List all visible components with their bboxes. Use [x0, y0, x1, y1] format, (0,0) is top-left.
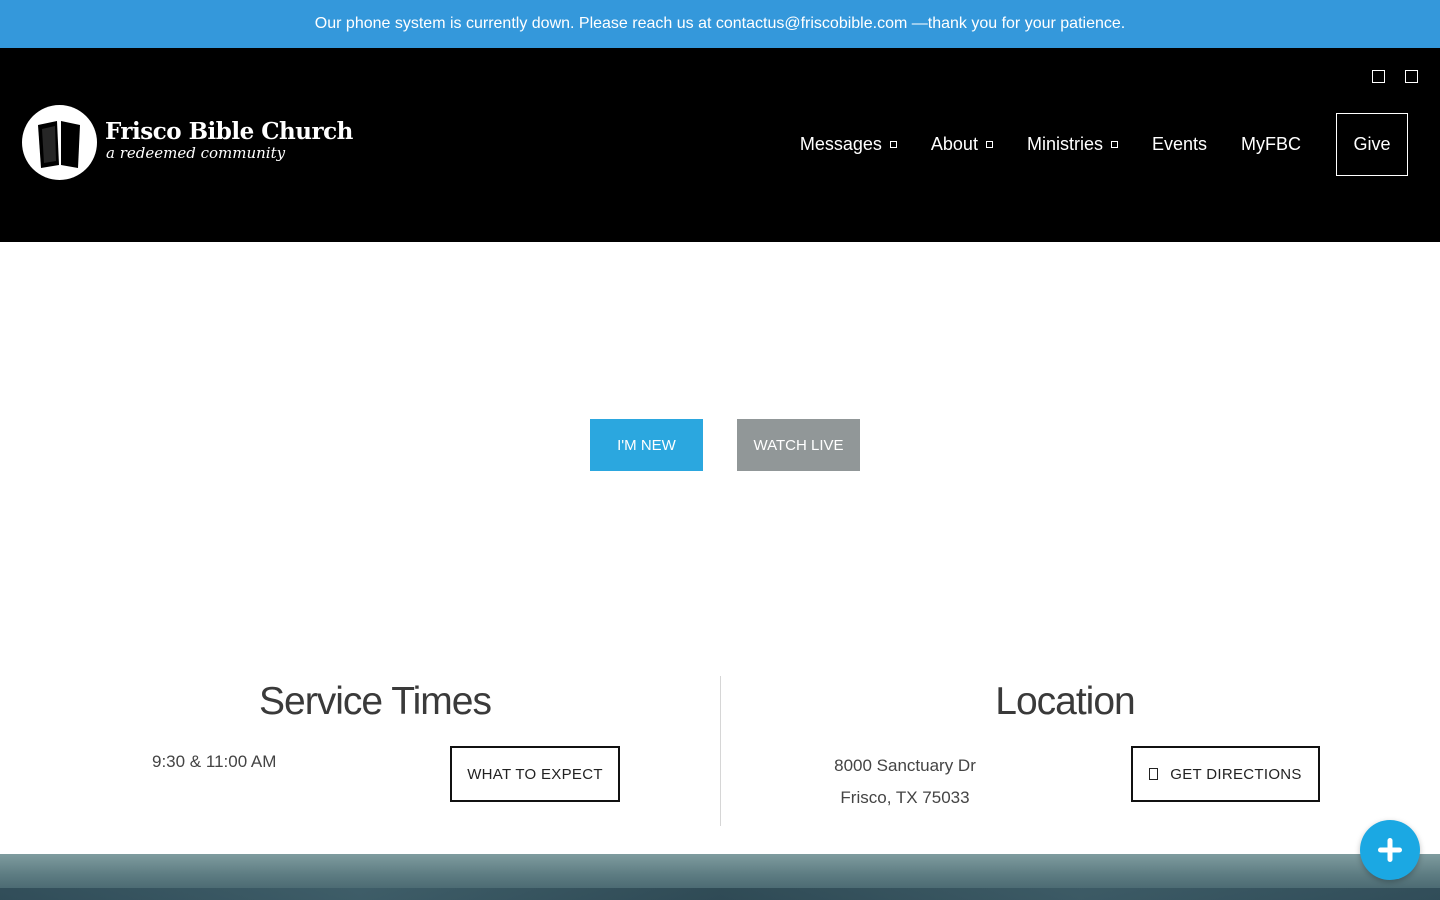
bible-logo-icon [22, 105, 97, 180]
main-nav: Messages About Ministries Events MyFBC G… [800, 113, 1408, 176]
announcement-text: Our phone system is currently down. Plea… [314, 15, 1126, 32]
church-name: Frisco Bible Church [105, 117, 353, 145]
nav-messages[interactable]: Messages [800, 134, 897, 155]
location-heading: Location [995, 680, 1135, 723]
nav-myfbc[interactable]: MyFBC [1241, 134, 1301, 155]
ocean-banner-image [0, 854, 1440, 900]
hero-buttons: I'M NEW WATCH LIVE [590, 419, 860, 471]
address-line-2: Frisco, TX 75033 [840, 788, 970, 807]
what-to-expect-label: WHAT TO EXPECT [467, 765, 603, 783]
logo-text: Frisco Bible Church a redeemed community [105, 117, 353, 162]
service-times-heading: Service Times [259, 680, 492, 723]
service-times-value: 9:30 & 11:00 AM [152, 752, 277, 771]
get-directions-label: GET DIRECTIONS [1170, 765, 1302, 783]
nav-ministries[interactable]: Ministries [1027, 134, 1118, 155]
announcement-bar: Our phone system is currently down. Plea… [0, 0, 1440, 48]
social-link-1-icon[interactable] [1372, 70, 1385, 83]
map-pin-icon [1149, 768, 1159, 780]
nav-myfbc-label: MyFBC [1241, 134, 1301, 154]
give-button[interactable]: Give [1336, 113, 1408, 176]
give-label: Give [1353, 134, 1391, 154]
address: 8000 Sanctuary Dr Frisco, TX 75033 [790, 750, 1020, 814]
dropdown-icon [985, 141, 993, 148]
what-to-expect-button[interactable]: WHAT TO EXPECT [450, 746, 620, 802]
im-new-button[interactable]: I'M NEW [590, 419, 703, 471]
nav-messages-label: Messages [799, 134, 882, 154]
dropdown-icon [889, 141, 897, 148]
floating-action-button[interactable] [1360, 820, 1420, 880]
dropdown-icon [1110, 141, 1118, 148]
nav-about-label: About [930, 134, 978, 154]
social-links [1372, 70, 1418, 83]
watch-live-label: WATCH LIVE [753, 436, 844, 454]
social-link-2-icon[interactable] [1405, 70, 1418, 83]
get-directions-button[interactable]: GET DIRECTIONS [1131, 746, 1320, 802]
site-header: Frisco Bible Church a redeemed community… [0, 48, 1440, 242]
watch-live-button[interactable]: WATCH LIVE [737, 419, 860, 471]
info-section: Service Times 9:30 & 11:00 AM WHAT TO EX… [0, 676, 1440, 826]
address-line-1: 8000 Sanctuary Dr [834, 756, 976, 775]
im-new-label: I'M NEW [617, 436, 676, 454]
nav-events-label: Events [1151, 134, 1207, 154]
nav-about[interactable]: About [931, 134, 993, 155]
church-tagline: a redeemed community [106, 143, 286, 162]
nav-events[interactable]: Events [1152, 134, 1207, 155]
site-logo[interactable]: Frisco Bible Church a redeemed community [22, 105, 353, 180]
nav-ministries-label: Ministries [1026, 134, 1103, 154]
plus-icon [1378, 838, 1402, 862]
